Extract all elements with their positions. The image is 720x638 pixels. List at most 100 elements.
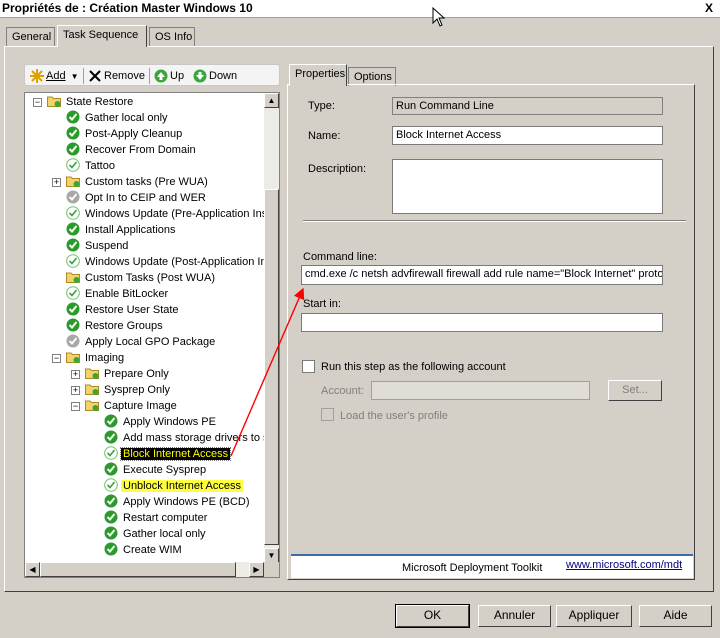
tree-item[interactable]: Restore User State — [66, 302, 181, 318]
tree-item[interactable]: Sysprep Only — [85, 382, 172, 398]
tree-item[interactable]: Block Internet Access — [104, 446, 232, 462]
expand-plus-icon[interactable]: + — [71, 386, 80, 395]
tab-properties-label: Properties — [295, 68, 346, 80]
tree-item-label: Create WIM — [123, 544, 182, 556]
set-account-button[interactable]: Set... — [608, 380, 662, 401]
tree-item[interactable]: Windows Update (Pre-Application Inst — [66, 206, 272, 222]
tree-item[interactable]: Gather local only — [66, 110, 170, 126]
ok-button[interactable]: OK — [395, 604, 470, 628]
tab-general-label: General — [12, 31, 52, 43]
scroll-left-arrow-icon[interactable]: ◀ — [25, 562, 40, 577]
cancel-button[interactable]: Annuler — [478, 605, 551, 627]
tree-item[interactable]: Prepare Only — [85, 366, 171, 382]
folder-icon — [66, 352, 80, 363]
tree-item-label: Apply Local GPO Package — [85, 336, 216, 348]
folder-icon — [85, 400, 99, 411]
collapse-minus-icon[interactable]: − — [33, 98, 42, 107]
tree-item[interactable]: Custom Tasks (Post WUA) — [66, 270, 217, 286]
dropdown-arrow-icon[interactable]: ▼ — [71, 72, 79, 81]
load-profile-checkbox[interactable] — [321, 408, 334, 421]
mdt-link[interactable]: www.microsoft.com/mdt — [566, 559, 682, 571]
tree-item[interactable]: Enable BitLocker — [66, 286, 170, 302]
start-in-input[interactable] — [301, 313, 663, 332]
tree-item[interactable]: Add mass storage drivers to sy — [104, 430, 276, 446]
arrow-up-icon — [154, 69, 168, 83]
tab-os-info-label: OS Info — [155, 31, 193, 43]
tree-item[interactable]: Suspend — [66, 238, 130, 254]
tree-item[interactable]: Post-Apply Cleanup — [66, 126, 184, 142]
tree-item-label: Restore Groups — [85, 320, 163, 332]
tree-item[interactable]: Imaging — [66, 350, 126, 366]
description-input[interactable] — [392, 159, 663, 214]
tree-item-label: Tattoo — [85, 160, 115, 172]
tree-item[interactable]: State Restore — [47, 94, 135, 110]
task-sequence-tree[interactable]: State Restore − Gather local only Post-Appl… — [24, 92, 280, 578]
tree-item-label: Restore User State — [85, 304, 179, 316]
tree-item-label: Block Internet Access — [119, 447, 232, 461]
separator-line — [303, 220, 686, 222]
tab-os-info[interactable]: OS Info — [149, 27, 195, 46]
sparkle-add-icon — [30, 69, 44, 84]
scroll-up-arrow-icon[interactable]: ▲ — [264, 93, 279, 108]
account-input[interactable] — [371, 381, 590, 400]
gray-icon — [66, 190, 80, 204]
tab-properties[interactable]: Properties — [289, 64, 347, 86]
tree-item[interactable]: Opt In to CEIP and WER — [66, 190, 208, 206]
tree-item-label: Gather local only — [123, 528, 206, 540]
folder-icon — [85, 368, 99, 379]
check-light-icon — [104, 478, 118, 492]
type-label: Type: — [308, 100, 335, 112]
tree-item[interactable]: Install Applications — [66, 222, 178, 238]
apply-button[interactable]: Appliquer — [556, 605, 632, 627]
command-line-input[interactable]: cmd.exe /c netsh advfirewall firewall ad… — [301, 265, 663, 285]
tree-item-label: Gather local only — [85, 112, 168, 124]
toolbar-separator — [83, 68, 84, 84]
help-button[interactable]: Aide — [639, 605, 712, 627]
tree-item[interactable]: Restart computer — [104, 510, 209, 526]
tree-item[interactable]: Apply Local GPO Package — [66, 334, 217, 350]
collapse-minus-icon[interactable]: − — [52, 354, 61, 363]
tree-item[interactable]: Windows Update (Post-Application Ins — [66, 254, 274, 270]
tree-item-label: Prepare Only — [104, 368, 169, 380]
scroll-right-arrow-icon[interactable]: ▶ — [249, 562, 264, 577]
expand-plus-icon[interactable]: + — [71, 370, 80, 379]
remove-button[interactable]: Remove — [88, 68, 145, 84]
collapse-minus-icon[interactable]: − — [71, 402, 80, 411]
tree-item[interactable]: Tattoo — [66, 158, 117, 174]
tree-item-label: Imaging — [85, 352, 125, 364]
add-button[interactable]: Add ▼ — [30, 68, 79, 84]
tree-vertical-scrollbar[interactable]: ▲ ▼ — [264, 93, 279, 563]
down-button[interactable]: Down — [193, 68, 237, 84]
tab-general[interactable]: General — [6, 27, 55, 46]
tree-item[interactable]: Create WIM — [104, 542, 184, 558]
tree-item[interactable]: Restore Groups — [66, 318, 165, 334]
start-in-label: Start in: — [303, 298, 341, 310]
scroll-down-arrow-icon[interactable]: ▼ — [264, 548, 279, 563]
check-icon — [66, 318, 80, 332]
expand-plus-icon[interactable]: + — [52, 178, 61, 187]
command-line-label: Command line: — [303, 251, 377, 263]
tree-horizontal-scrollbar[interactable]: ◀ ▶ — [25, 562, 264, 577]
tree-item[interactable]: Apply Windows PE (BCD) — [104, 494, 252, 510]
close-button[interactable]: X — [702, 1, 716, 15]
hscroll-thumb[interactable] — [40, 562, 236, 577]
name-input[interactable]: Block Internet Access — [392, 126, 663, 145]
account-label: Account: — [321, 385, 364, 397]
check-light-icon — [66, 158, 80, 172]
tree-item[interactable]: Recover From Domain — [66, 142, 198, 158]
run-as-checkbox[interactable] — [302, 360, 315, 373]
tree-item[interactable]: Apply Windows PE — [104, 414, 218, 430]
scroll-thumb[interactable] — [264, 189, 279, 545]
tree-item[interactable]: Custom tasks (Pre WUA) — [66, 174, 210, 190]
tree-item-label: Install Applications — [85, 224, 176, 236]
arrow-down-icon — [193, 69, 207, 83]
up-button[interactable]: Up — [154, 68, 184, 84]
tree-item[interactable]: Execute Sysprep — [104, 462, 208, 478]
check-icon — [66, 126, 80, 140]
tree-item-label: Apply Windows PE (BCD) — [123, 496, 250, 508]
remove-x-icon — [89, 70, 101, 82]
tab-task-sequence[interactable]: Task Sequence — [57, 25, 147, 47]
tree-item[interactable]: Capture Image — [85, 398, 179, 414]
tree-item[interactable]: Unblock Internet Access — [104, 478, 244, 494]
tree-item[interactable]: Gather local only — [104, 526, 208, 542]
